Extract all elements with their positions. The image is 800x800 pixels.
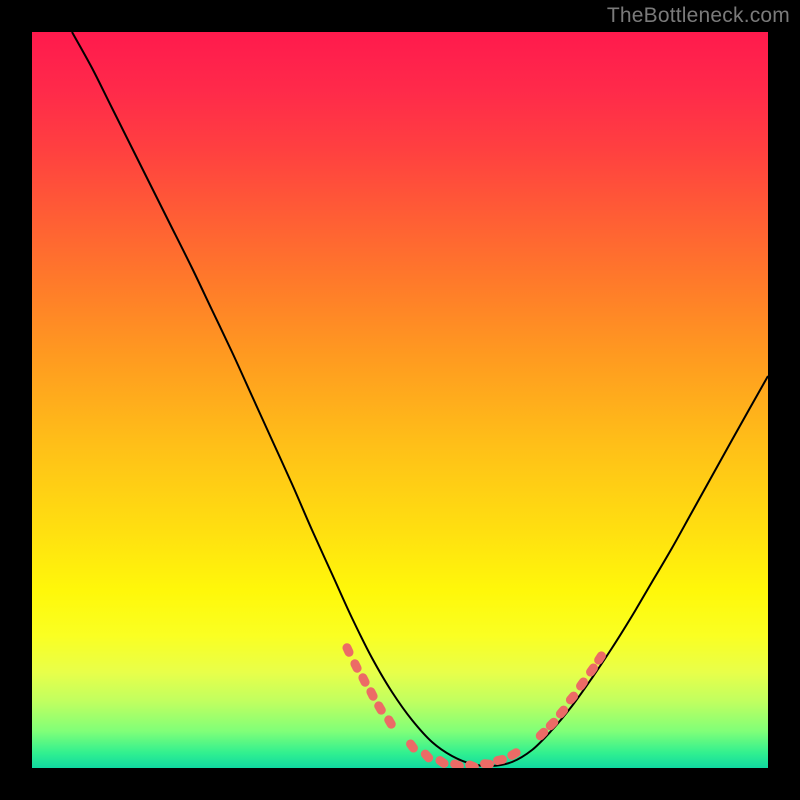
highlight-markers [341, 642, 608, 768]
curve-marker [349, 658, 363, 675]
curve-marker [574, 676, 589, 693]
curve-marker [480, 759, 495, 768]
curve-marker [554, 704, 570, 721]
curve-marker [464, 759, 480, 768]
curve-marker [449, 758, 465, 768]
curve-marker [365, 686, 379, 703]
chart-frame: TheBottleneck.com [0, 0, 800, 800]
bottleneck-curve [72, 32, 768, 766]
curve-marker [564, 690, 580, 707]
watermark: TheBottleneck.com [607, 4, 790, 28]
curve-marker [341, 642, 355, 658]
chart-svg-layer [32, 32, 768, 768]
curve-marker [373, 700, 388, 717]
curve-marker [419, 748, 435, 764]
curve-marker [434, 754, 451, 768]
curve-marker [357, 672, 371, 689]
curve-marker [383, 714, 398, 731]
curve-marker [404, 738, 419, 755]
